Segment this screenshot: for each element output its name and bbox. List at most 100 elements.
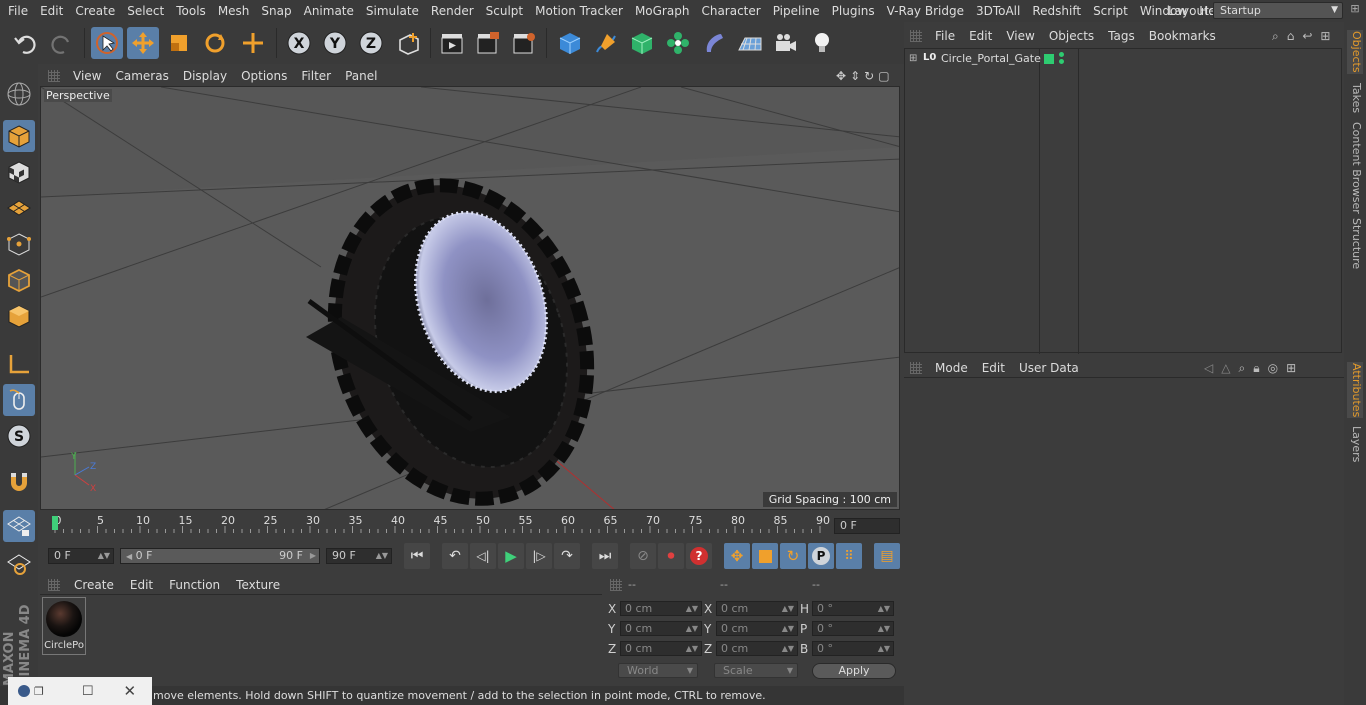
z-axis-lock-button[interactable]: Z [355, 27, 387, 59]
stepper-arrows-icon[interactable]: ▲▼ [878, 642, 890, 655]
pen-spline-button[interactable] [590, 27, 622, 59]
layer-color-swatch[interactable] [1044, 54, 1054, 64]
panel-grip-icon[interactable] [610, 579, 622, 591]
go-to-start-button[interactable]: ⏮ [404, 543, 430, 569]
current-frame-field[interactable]: 0 F [834, 518, 900, 534]
viewport-camera-label[interactable]: Perspective [44, 89, 112, 102]
attribute-menu-edit[interactable]: Edit [975, 361, 1012, 375]
next-keyframe-button[interactable]: ↷ [554, 543, 580, 569]
side-tab-layers[interactable]: Layers [1347, 426, 1363, 462]
pan-icon[interactable]: ✥ [836, 69, 846, 83]
coord-field[interactable]: 0 cm ▲▼ [716, 601, 798, 616]
search-icon[interactable]: ⌕ [1238, 361, 1245, 376]
material-menu-texture[interactable]: Texture [228, 578, 288, 592]
dolly-icon[interactable]: ⇕ [850, 69, 860, 83]
object-menu-file[interactable]: File [928, 29, 962, 43]
object-name[interactable]: Circle_Portal_Gate [941, 52, 1041, 65]
light-button[interactable] [806, 27, 838, 59]
panel-grip-icon[interactable] [910, 30, 922, 42]
side-tab-attributes[interactable]: Attributes [1347, 362, 1363, 418]
stepper-arrows-icon[interactable]: ▲▼ [878, 622, 890, 635]
coord-field[interactable]: 0 cm ▲▼ [620, 601, 702, 616]
position-key-button[interactable]: ✥ [724, 543, 750, 569]
tweak-mode-button[interactable] [3, 384, 35, 416]
side-tab-objects[interactable]: Objects [1347, 30, 1363, 74]
material-menu-edit[interactable]: Edit [122, 578, 161, 592]
lock-icon[interactable]: 🔒︎ [1253, 361, 1259, 376]
rotation-key-button[interactable]: ↻ [780, 543, 806, 569]
polygons-mode-button[interactable] [3, 300, 35, 332]
restore-icon[interactable]: ❐ [34, 685, 44, 698]
stepper-arrows-icon[interactable]: ▲▼ [782, 642, 794, 655]
stepper-arrows-icon[interactable]: ▲▼ [686, 642, 698, 655]
solo-mode-button[interactable]: S [3, 420, 35, 452]
coord-field[interactable]: 0 cm ▲▼ [620, 641, 702, 656]
undo-button[interactable] [10, 27, 42, 59]
stepper-arrows-icon[interactable]: ▲▼ [686, 622, 698, 635]
coordinate-space-select[interactable]: World ▼ [618, 663, 698, 678]
move-tool-button[interactable] [127, 27, 159, 59]
live-selection-button[interactable] [91, 27, 123, 59]
add-panel-icon[interactable]: ⊞ [1320, 29, 1330, 44]
y-axis-lock-button[interactable]: Y [319, 27, 351, 59]
cube-primitive-button[interactable] [554, 27, 586, 59]
attribute-menu-user-data[interactable]: User Data [1012, 361, 1086, 375]
menu-redshift[interactable]: Redshift [1026, 0, 1087, 22]
up-arrow-icon[interactable]: △ [1221, 361, 1230, 376]
panel-grip-icon[interactable] [48, 70, 60, 82]
attribute-menu-mode[interactable]: Mode [928, 361, 975, 375]
object-row-circle-portal-gate[interactable]: ⊞ L0 Circle_Portal_Gate [905, 51, 1341, 69]
play-button[interactable]: ▶ [498, 543, 524, 569]
next-frame-button[interactable]: |▷ [526, 543, 552, 569]
menu-simulate[interactable]: Simulate [360, 0, 425, 22]
material-menu-create[interactable]: Create [66, 578, 122, 592]
points-mode-button[interactable] [3, 228, 35, 260]
side-tab-structure[interactable]: Structure [1347, 218, 1363, 269]
start-frame-field[interactable]: 0 F ▲▼ [48, 548, 114, 564]
menu-plugins[interactable]: Plugins [826, 0, 881, 22]
subdivision-surface-button[interactable] [626, 27, 658, 59]
enable-snap-grid-button[interactable] [3, 510, 35, 542]
panel-grip-icon[interactable] [910, 361, 922, 374]
coord-field[interactable]: 0 cm ▲▼ [620, 621, 702, 636]
quantize-button[interactable] [3, 548, 35, 580]
timeline-playhead[interactable] [52, 516, 58, 530]
viewport-menu-options[interactable]: Options [234, 66, 294, 86]
autokeying-button[interactable]: ⏺ [658, 543, 684, 569]
menu-mesh[interactable]: Mesh [212, 0, 256, 22]
panel-grip-icon[interactable] [48, 578, 60, 591]
end-frame-field[interactable]: 90 F ▲▼ [326, 548, 392, 564]
parameter-key-button[interactable]: P [808, 543, 834, 569]
apply-button[interactable]: Apply [812, 663, 896, 679]
go-to-end-button[interactable]: ⏭ [592, 543, 618, 569]
viewport-menu-panel[interactable]: Panel [338, 66, 384, 86]
texture-mode-button[interactable] [3, 156, 35, 188]
add-panel-icon[interactable]: ⊞ [1286, 361, 1296, 376]
previous-frame-button[interactable]: ◁| [470, 543, 496, 569]
menu-mograph[interactable]: MoGraph [629, 0, 696, 22]
model-mode-button[interactable] [3, 120, 35, 152]
scale-tool-button[interactable] [163, 27, 195, 59]
render-to-picture-viewer-button[interactable] [472, 27, 504, 59]
menu-create[interactable]: Create [69, 0, 121, 22]
axis-mode-button[interactable] [3, 348, 35, 380]
menu-3dtoall[interactable]: 3DToAll [970, 0, 1026, 22]
rotate-tool-button[interactable] [199, 27, 231, 59]
size-mode-select[interactable]: Scale ▼ [714, 663, 798, 678]
home-icon[interactable]: ⌂ [1287, 29, 1295, 44]
object-tree[interactable]: ⊞ L0 Circle_Portal_Gate [904, 48, 1342, 354]
expand-plus-icon[interactable]: ⊞ [909, 53, 917, 64]
close-icon[interactable]: ✕ [124, 682, 137, 700]
stepper-arrows-icon[interactable]: ▲▼ [686, 602, 698, 615]
layout-select[interactable]: Startup ▼ [1213, 2, 1343, 19]
cloner-button[interactable] [662, 27, 694, 59]
make-editable-button[interactable] [3, 74, 35, 114]
material-swatch[interactable]: CirclePo [42, 597, 86, 655]
coordinate-system-button[interactable] [393, 27, 425, 59]
object-menu-view[interactable]: View [999, 29, 1041, 43]
menu-sculpt[interactable]: Sculpt [480, 0, 529, 22]
preview-range-slider[interactable]: ◀ 0 F 90 F ▶ [120, 548, 320, 564]
menu-script[interactable]: Script [1087, 0, 1134, 22]
menu-character[interactable]: Character [695, 0, 766, 22]
object-menu-tags[interactable]: Tags [1101, 29, 1142, 43]
